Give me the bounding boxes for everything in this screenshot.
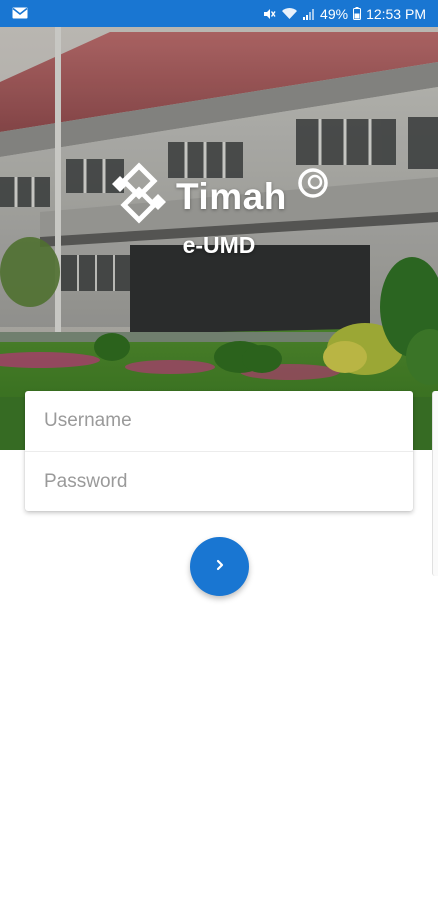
status-bar: 49% 12:53 PM: [0, 0, 438, 27]
password-input[interactable]: [25, 452, 413, 511]
brand-ring-icon: [296, 166, 330, 205]
mute-icon: [262, 7, 276, 21]
hero-banner: Timah e-UMD: [0, 27, 438, 450]
brand-name: Timah: [176, 176, 287, 217]
login-form: [25, 391, 413, 511]
signal-icon: [303, 8, 315, 20]
submit-button[interactable]: [190, 537, 249, 596]
clock: 12:53 PM: [366, 5, 426, 22]
battery-percent: 49%: [320, 5, 349, 22]
chevron-right-icon: [213, 558, 227, 575]
side-panel-edge: [432, 391, 438, 576]
wifi-icon: [281, 7, 298, 20]
username-input[interactable]: [25, 391, 413, 451]
timah-logo-icon: [108, 162, 170, 229]
app-title: e-UMD: [182, 232, 256, 258]
battery-icon: [353, 7, 362, 20]
login-screen: 49% 12:53 PM Timah e-UMD Username: [0, 0, 438, 900]
mail-icon: [12, 6, 28, 22]
brand-logo: Timah: [108, 162, 338, 232]
